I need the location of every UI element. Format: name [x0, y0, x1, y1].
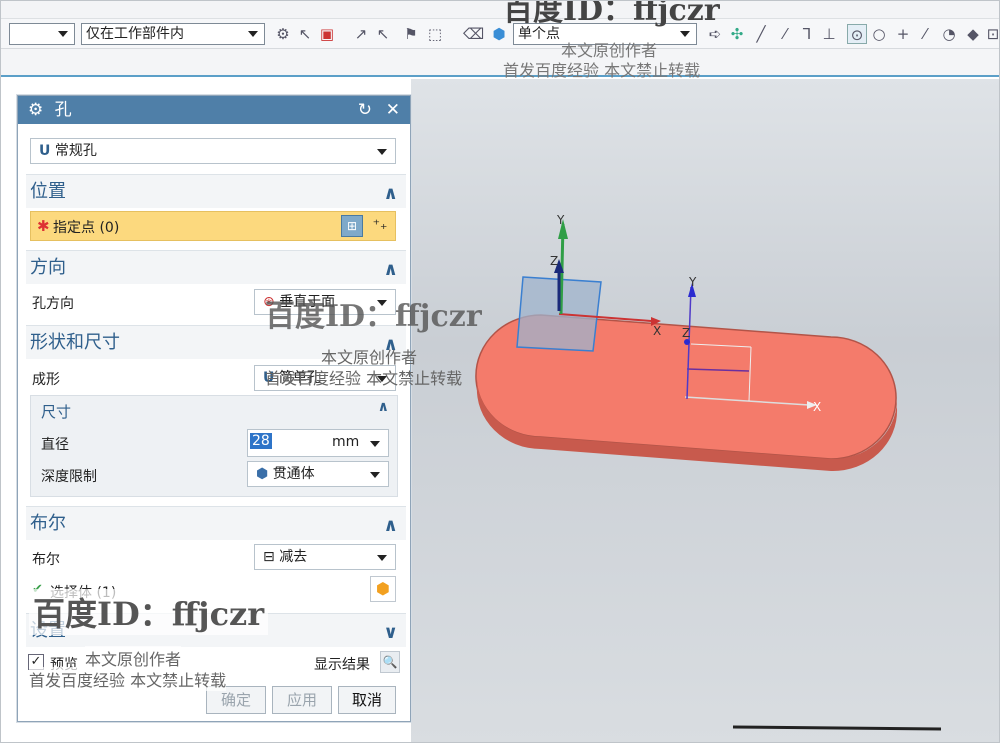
sketch-y-axis-label: Y: [688, 275, 697, 289]
boolean-label: 布尔: [32, 552, 60, 568]
chevron-down-icon: [370, 472, 380, 478]
boolean-select[interactable]: ⊟ 减去: [254, 544, 396, 570]
selection-toolbar: 仅在工作部件内 ⚙ ↖ ▣ ↗ ↖ ⚑ ⬚ ⌫ ⬢ 单个点 ➪ ✣ ╱ ⁄ Ꞁ …: [1, 19, 999, 49]
specify-point-row[interactable]: ✱ 指定点 (0) ⊞ ⁺₊: [30, 211, 396, 241]
hole-type-icon: U: [39, 143, 51, 159]
secondary-toolbar: [1, 49, 999, 77]
watermark-line2-bottom: 首发百度经验 本文禁止转载: [29, 667, 227, 691]
dimensions-group: 尺寸 ∧ 直径 28 mm 深度限制 ⬢ 贯通体: [30, 395, 398, 497]
dimensions-title: 尺寸: [41, 403, 72, 421]
cursor-icon[interactable]: ↗: [351, 24, 371, 44]
chevron-up-icon: ∧: [383, 183, 398, 204]
point-dialog-icon[interactable]: ⁺₊: [369, 215, 391, 237]
dialog-titlebar: ⚙ 孔 ↻ ✕: [18, 96, 410, 124]
chevron-down-icon: [58, 31, 68, 37]
select-body-icon[interactable]: ⬢: [370, 576, 396, 602]
watermark-line2-top: 首发百度经验 本文禁止转载: [503, 61, 701, 80]
chevron-up-icon[interactable]: ∧: [378, 399, 389, 415]
hole-x-axis-label: X: [653, 324, 661, 338]
diameter-unit[interactable]: mm: [332, 434, 359, 450]
scope-filter-value: 仅在工作部件内: [86, 26, 184, 42]
sketch-section-icon[interactable]: ⊞: [341, 215, 363, 237]
feature-icon[interactable]: ⚑: [401, 24, 421, 44]
circle-icon[interactable]: ○: [869, 24, 889, 44]
watermark-id-bottom: 百度ID：ffjczr: [29, 589, 269, 635]
watermark-line2-mid: 首发百度经验 本文禁止转载: [265, 369, 463, 388]
line-mid-icon[interactable]: ⁄: [775, 24, 795, 44]
dialog-title: 孔: [54, 100, 72, 120]
chevron-down-icon: [680, 31, 690, 37]
depth-limit-select[interactable]: ⬢ 贯通体: [247, 461, 389, 487]
subtract-icon: ⊟: [263, 549, 275, 565]
close-icon[interactable]: ✕: [386, 96, 400, 124]
pointer-icon[interactable]: ↖: [373, 24, 393, 44]
snap-settings-icon[interactable]: ✣: [727, 24, 747, 44]
gear-icon: ⚙: [28, 100, 44, 120]
hole-direction-label: 孔方向: [32, 296, 74, 312]
select-icon[interactable]: ↖: [295, 24, 315, 44]
curve-icon[interactable]: Ꞁ: [797, 24, 817, 44]
watermark-id-top: 百度ID：ffjczr: [503, 0, 720, 28]
section-direction-header[interactable]: 方向 ∧: [26, 250, 406, 284]
apply-button[interactable]: 应用: [272, 686, 332, 714]
chevron-down-icon: ∨: [383, 622, 398, 643]
chevron-up-icon: ∧: [383, 515, 398, 536]
scope-filter-dropdown[interactable]: 仅在工作部件内: [81, 23, 265, 45]
point-on-icon[interactable]: ⊡: [983, 24, 999, 44]
magnifier-icon[interactable]: 🔍: [380, 651, 400, 673]
center-point-icon[interactable]: ⊙: [847, 24, 867, 44]
sketch-z-axis-label: Z: [682, 326, 690, 340]
viewport-edge: [732, 725, 942, 731]
filter-icon[interactable]: ⚙: [273, 24, 293, 44]
watermark-id-mid: 百度ID：ffjczr: [265, 299, 482, 334]
chevron-down-icon: [370, 441, 380, 447]
app-window: 仅在工作部件内 ⚙ ↖ ▣ ↗ ↖ ⚑ ⬚ ⌫ ⬢ 单个点 ➪ ✣ ╱ ⁄ Ꞁ …: [0, 0, 1000, 743]
section-position-title: 位置: [30, 181, 66, 202]
line-end-icon[interactable]: ╱: [751, 24, 771, 44]
section-shape-title: 形状和尺寸: [30, 332, 120, 353]
reset-icon[interactable]: ↻: [358, 96, 372, 124]
chevron-down-icon: [377, 555, 387, 561]
eraser-icon[interactable]: ⌫: [463, 24, 484, 44]
required-star-icon: ✱: [37, 217, 50, 235]
depth-limit-label: 深度限制: [41, 469, 97, 485]
section-boolean-header[interactable]: 布尔 ∧: [26, 506, 406, 540]
diameter-label: 直径: [41, 437, 69, 453]
depth-limit-value: 贯通体: [272, 466, 315, 482]
hole-type-select[interactable]: U 常规孔: [30, 138, 396, 164]
quadrant-icon[interactable]: ◔: [939, 24, 959, 44]
boolean-value: 减去: [279, 549, 308, 565]
section-direction-title: 方向: [30, 257, 66, 278]
section-position-header[interactable]: 位置 ∧: [26, 174, 406, 208]
sketch-x-axis-label: X: [813, 400, 821, 414]
hole-z-axis-label: Z: [550, 254, 558, 268]
hole-type-value: 常规孔: [54, 143, 97, 159]
diameter-field[interactable]: 28 mm: [247, 429, 389, 457]
specify-point-label: 指定点 (0): [53, 220, 120, 236]
cancel-button[interactable]: 取消: [338, 686, 396, 714]
rectangle-icon[interactable]: ⬚: [425, 24, 445, 44]
through-body-icon: ⬢: [256, 466, 269, 482]
chevron-down-icon: [248, 31, 258, 37]
diameter-value: 28: [250, 433, 272, 449]
form-label: 成形: [32, 372, 60, 388]
graphics-viewport[interactable]: Y Z X Y Z X: [411, 79, 999, 742]
section-boolean-title: 布尔: [30, 513, 66, 534]
chevron-down-icon: [377, 149, 387, 155]
model-canvas: Y Z X Y Z X: [475, 213, 942, 731]
box-select-icon[interactable]: ▣: [317, 24, 337, 44]
ribbon-tab-strip: [1, 1, 999, 19]
show-result-label[interactable]: 显示结果: [314, 654, 370, 674]
plus-icon[interactable]: +: [893, 24, 913, 44]
diamond-icon[interactable]: ◆: [963, 24, 983, 44]
hole-y-axis-label: Y: [556, 213, 565, 227]
tangent-icon[interactable]: ⁄: [915, 24, 935, 44]
chevron-up-icon: ∧: [383, 259, 398, 280]
intersect-icon[interactable]: ⊥: [819, 24, 839, 44]
type-filter-dropdown[interactable]: [9, 23, 75, 45]
